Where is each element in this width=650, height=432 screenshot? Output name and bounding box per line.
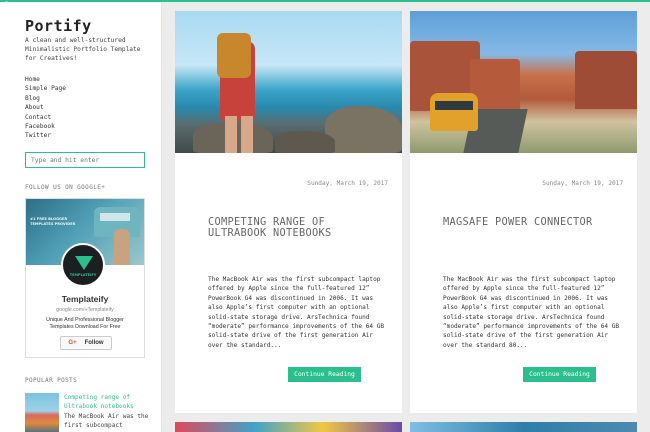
follow-button[interactable]: G+ Follow bbox=[60, 336, 112, 350]
gplus-widget-heading: FOLLOW US ON GOOGLE+ bbox=[25, 184, 106, 191]
popular-post-excerpt: The MacBook Air was the first subcompact bbox=[64, 413, 149, 430]
next-post-image[interactable] bbox=[175, 422, 402, 432]
popular-post-item[interactable]: Competing range of Ultrabook notebooks T… bbox=[25, 393, 155, 432]
post-date: Sunday, March 19, 2017 bbox=[542, 180, 623, 187]
nav-item-facebook[interactable]: Facebook bbox=[25, 122, 66, 131]
gplus-page-url[interactable]: google.com/+Templateify bbox=[26, 307, 144, 313]
cover-person-shape bbox=[114, 229, 130, 265]
popular-post-title[interactable]: Competing range of Ultrabook notebooks bbox=[64, 393, 154, 412]
nav-item-home[interactable]: Home bbox=[25, 75, 66, 84]
post-title[interactable]: COMPETING RANGE OF ULTRABOOK NOTEBOOKS bbox=[208, 217, 378, 239]
templateify-logo[interactable]: TEMPLATEIFY bbox=[61, 243, 105, 287]
follow-label: Follow bbox=[84, 340, 104, 346]
site-tagline: A clean and well-structured Minimalistic… bbox=[25, 37, 141, 62]
gplus-badge: #1 FREE BLOGGER TEMPLATES PROVIDER TEMPL… bbox=[25, 198, 145, 358]
nav-item-simple-page[interactable]: Simple Page bbox=[25, 84, 66, 93]
gplus-page-name[interactable]: Templateify bbox=[26, 294, 144, 304]
nav-item-blog[interactable]: Blog bbox=[25, 94, 66, 103]
popular-post-thumbnail[interactable] bbox=[25, 393, 59, 432]
continue-reading-button[interactable]: Continue Reading bbox=[288, 367, 361, 382]
main-nav: Home Simple Page Blog About Contact Face… bbox=[25, 75, 66, 141]
nav-item-contact[interactable]: Contact bbox=[25, 113, 66, 122]
post-card: Sunday, March 19, 2017 COMPETING RANGE O… bbox=[175, 11, 402, 413]
nav-item-twitter[interactable]: Twitter bbox=[25, 131, 66, 140]
site-title[interactable]: Portify bbox=[25, 17, 92, 35]
post-card: Sunday, March 19, 2017 MAGSAFE POWER CON… bbox=[410, 11, 637, 413]
gplus-cover-text: #1 FREE BLOGGER TEMPLATES PROVIDER bbox=[30, 217, 76, 226]
sidebar: Portify A clean and well-structured Mini… bbox=[0, 2, 162, 432]
post-title[interactable]: MAGSAFE POWER CONNECTOR bbox=[443, 217, 613, 228]
search-input[interactable] bbox=[25, 152, 145, 168]
logo-text: TEMPLATEIFY bbox=[69, 273, 97, 277]
post-excerpt: The MacBook Air was the first subcompact… bbox=[208, 276, 385, 349]
google-plus-icon: G+ bbox=[68, 340, 77, 346]
next-post-image[interactable] bbox=[410, 422, 637, 432]
post-image-beach[interactable] bbox=[175, 11, 402, 153]
continue-reading-button[interactable]: Continue Reading bbox=[523, 367, 596, 382]
gplus-description: Unique And Professional Blogger Template… bbox=[46, 317, 124, 330]
popular-posts-heading: POPULAR POSTS bbox=[25, 377, 78, 384]
post-date: Sunday, March 19, 2017 bbox=[307, 180, 388, 187]
nav-item-about[interactable]: About bbox=[25, 103, 66, 112]
post-image-desert[interactable] bbox=[410, 11, 637, 153]
post-excerpt: The MacBook Air was the first subcompact… bbox=[443, 276, 620, 349]
